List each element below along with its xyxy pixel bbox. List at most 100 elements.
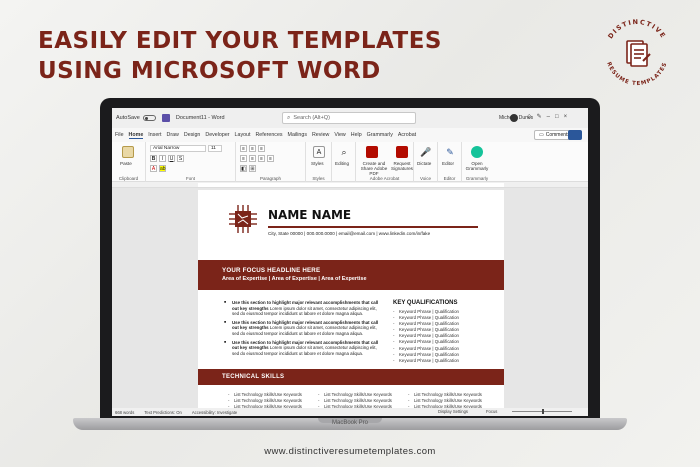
pdf-icon[interactable] — [366, 146, 378, 158]
dictate-label[interactable]: Dictate — [417, 161, 431, 166]
borders-icon[interactable]: ⊞ — [249, 165, 256, 172]
accessibility-status[interactable]: Accessibility: Investigate — [192, 410, 237, 415]
editing-label[interactable]: Editing — [335, 161, 349, 166]
editor-pen-icon[interactable]: ✎ — [444, 146, 456, 158]
group-voice: 🎤 Dictate Voice — [414, 142, 438, 182]
create-share-label[interactable]: Create and Share Adobe PDF — [358, 161, 390, 176]
list-item: List Technology Skills/Use Keywords — [318, 398, 408, 403]
group-editing: ⌕ Editing — [332, 142, 356, 182]
tab-draw[interactable]: Draw — [167, 132, 179, 138]
shading-icon[interactable]: ◧ — [240, 165, 247, 172]
tab-layout[interactable]: Layout — [235, 132, 251, 138]
italic-icon[interactable]: I — [159, 155, 166, 162]
circuit-logo-icon — [229, 205, 257, 233]
list-item: List Technology Skills/Use Keywords — [318, 392, 408, 397]
group-styles: A Styles Styles — [306, 142, 332, 182]
headline: EASILY EDIT YOUR TEMPLATES USING MICROSO… — [38, 26, 442, 86]
search-placeholder: Search (Alt+Q) — [293, 115, 330, 121]
kq-title: KEY QUALIFICATIONS — [393, 300, 458, 306]
restore-icon[interactable]: □ — [555, 114, 564, 120]
highlight-icon[interactable]: ab — [159, 165, 166, 172]
brand-logo: DISTINCTIVE RESUME TEMPLATES — [605, 18, 667, 87]
tab-developer[interactable]: Developer — [205, 132, 229, 138]
document-canvas: NAME NAME City, State 00000 | 000.000.00… — [112, 188, 588, 410]
text-predictions[interactable]: Text Predictions: On — [144, 410, 181, 415]
document-title: Document11 - Word — [175, 115, 225, 121]
save-icon[interactable] — [161, 114, 170, 122]
styles-group-label: Styles — [312, 176, 325, 181]
align-center-icon[interactable]: ≡ — [249, 155, 256, 162]
grammarly-label[interactable]: Open Grammarly — [465, 161, 489, 171]
status-bar: 668 words Text Predictions: On Accessibi… — [112, 408, 588, 416]
find-icon[interactable]: ⌕ — [338, 146, 350, 158]
comment-icon: ▭ — [539, 132, 544, 138]
font-size-select[interactable]: 11 — [208, 145, 222, 152]
paste-label[interactable]: Paste — [120, 161, 132, 166]
focus-banner: YOUR FOCUS HEADLINE HERE Area of Experti… — [198, 260, 504, 290]
tab-acrobat[interactable]: Acrobat — [398, 132, 416, 138]
resume-page[interactable]: NAME NAME City, State 00000 | 000.000.00… — [198, 190, 504, 410]
bold-icon[interactable]: B — [150, 155, 157, 162]
search-input[interactable]: ⌕ Search (Alt+Q) — [282, 112, 416, 124]
word-count[interactable]: 668 words — [115, 410, 134, 415]
avatar[interactable] — [510, 114, 518, 122]
group-grammarly: Open Grammarly Grammarly — [462, 142, 492, 182]
grammarly-group-label: Grammarly — [465, 176, 489, 181]
signature-icon[interactable] — [396, 146, 408, 158]
tab-review[interactable]: Review — [312, 132, 329, 138]
tab-insert[interactable]: Insert — [148, 132, 161, 138]
name-divider — [268, 226, 478, 228]
group-editor: ✎ Editor Editor — [438, 142, 462, 182]
search-icon: ⌕ — [287, 114, 291, 121]
styles-icon[interactable]: A — [313, 146, 325, 158]
diamond-icon[interactable]: ◇ — [527, 114, 537, 120]
paragraph-group-label: Paragraph — [259, 176, 281, 181]
microphone-icon[interactable]: 🎤 — [420, 146, 432, 158]
close-icon[interactable]: × — [564, 114, 573, 120]
tab-design[interactable]: Design — [184, 132, 201, 138]
align-left-icon[interactable]: ≡ — [240, 155, 247, 162]
resume-name: NAME NAME — [268, 208, 352, 222]
bullets-icon[interactable]: ≡ — [240, 145, 247, 152]
tab-help[interactable]: Help — [351, 132, 362, 138]
minimize-icon[interactable]: – — [547, 114, 555, 120]
autosave-toggle[interactable] — [142, 115, 156, 121]
grammarly-icon[interactable] — [471, 146, 483, 158]
accomplishments-list: Use this section to highlight major rele… — [222, 300, 382, 359]
technical-skills-banner: TECHNICAL SKILLS — [198, 369, 504, 385]
zoom-slider-knob[interactable] — [542, 409, 544, 414]
list-item: List Technology Skills/Use Keywords — [228, 398, 318, 403]
ribbon: Paste Clipboard Arial Narrow 11 B I U S … — [112, 142, 588, 182]
word-window: AutoSave Document11 - Word ⌕ Search (Alt… — [112, 108, 588, 416]
list-item: Use this section to highlight major rele… — [222, 300, 382, 317]
styles-label[interactable]: Styles — [311, 161, 324, 166]
multilevel-icon[interactable]: ≡ — [258, 145, 265, 152]
paste-icon[interactable] — [122, 146, 134, 158]
display-settings[interactable]: Display Settings — [438, 409, 468, 414]
adobe-group-label: Adobe Acrobat — [369, 176, 400, 181]
tab-file[interactable]: File — [115, 132, 124, 138]
focus-mode[interactable]: Focus — [486, 409, 497, 414]
strikethrough-icon[interactable]: S — [177, 155, 184, 162]
justify-icon[interactable]: ≡ — [267, 155, 274, 162]
pen-icon[interactable]: ✎ — [537, 114, 547, 120]
editor-label[interactable]: Editor — [442, 161, 454, 166]
font-name-select[interactable]: Arial Narrow — [150, 145, 206, 152]
contact-line: City, State 00000 | 000.000.0000 | email… — [268, 231, 431, 236]
tab-home[interactable]: Home — [128, 132, 144, 139]
zoom-slider[interactable] — [512, 409, 572, 414]
font-color-icon[interactable]: A — [150, 165, 157, 172]
request-sign-label[interactable]: Request Signatures — [390, 161, 414, 171]
tab-view[interactable]: View — [334, 132, 345, 138]
list-item: List Technology Skills/Use Keywords — [408, 398, 498, 403]
website-url: www.distinctiveresumetemplates.com — [264, 446, 436, 457]
numbering-icon[interactable]: ≡ — [249, 145, 256, 152]
share-button[interactable] — [568, 130, 582, 140]
tab-grammarly[interactable]: Grammarly — [367, 132, 393, 138]
tab-references[interactable]: References — [255, 132, 282, 138]
align-right-icon[interactable]: ≡ — [258, 155, 265, 162]
list-item: Use this section to highlight major rele… — [222, 320, 382, 337]
tab-mailings[interactable]: Mailings — [288, 132, 307, 138]
underline-icon[interactable]: U — [168, 155, 175, 162]
list-item: Keyword Phrase | Qualification — [393, 358, 493, 364]
